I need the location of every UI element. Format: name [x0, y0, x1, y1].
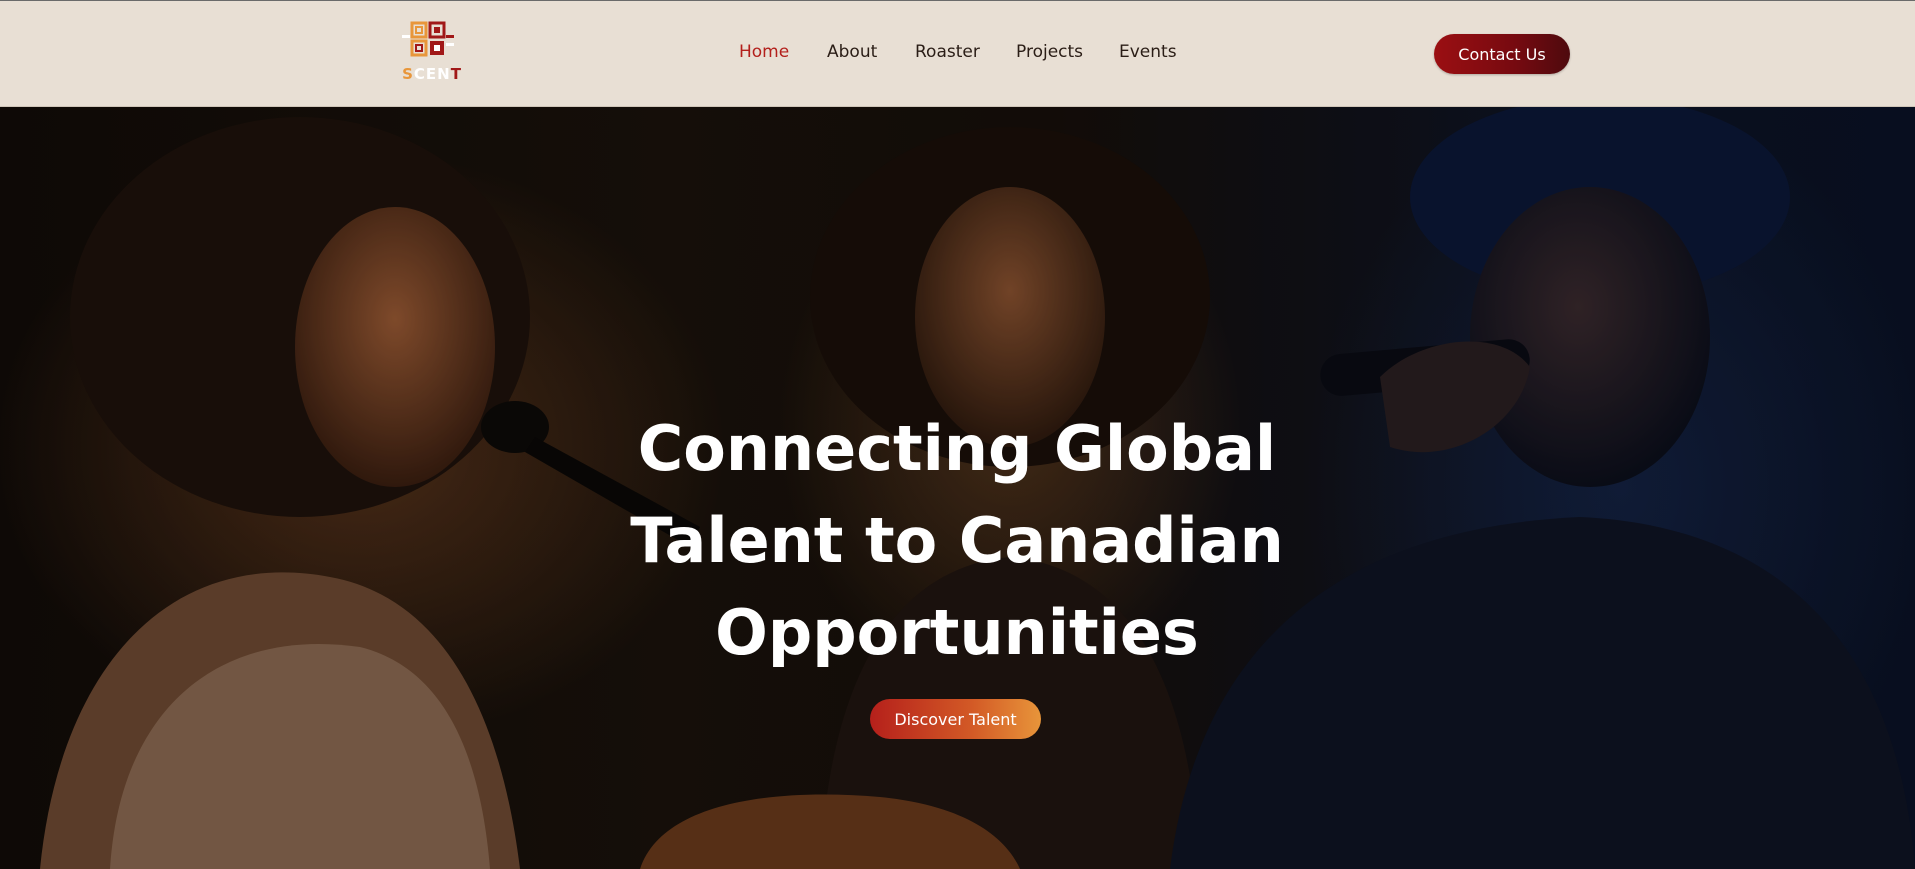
nav-item-projects[interactable]: Projects [1016, 42, 1083, 62]
hero-headline-line-2: Talent to Canadian [630, 504, 1284, 577]
nav-item-about[interactable]: About [827, 42, 877, 62]
site-header: SCENT Home About Roaster Projects Events… [0, 0, 1915, 107]
nav-item-home[interactable]: Home [739, 42, 789, 62]
contact-us-button[interactable]: Contact Us [1434, 34, 1570, 74]
hero-headline: Connecting Global Talent to Canadian Opp… [557, 403, 1357, 679]
nav-item-events[interactable]: Events [1119, 42, 1177, 62]
hero-section: Connecting Global Talent to Canadian Opp… [0, 107, 1915, 869]
hero-headline-line-1: Connecting Global [637, 412, 1277, 485]
logo-icon [402, 21, 454, 57]
hero-headline-line-3: Opportunities [715, 596, 1199, 669]
logo-wordmark: SCENT [402, 65, 462, 83]
discover-talent-button[interactable]: Discover Talent [870, 699, 1041, 739]
site-logo[interactable]: SCENT [398, 21, 466, 87]
nav-item-roaster[interactable]: Roaster [915, 42, 980, 62]
